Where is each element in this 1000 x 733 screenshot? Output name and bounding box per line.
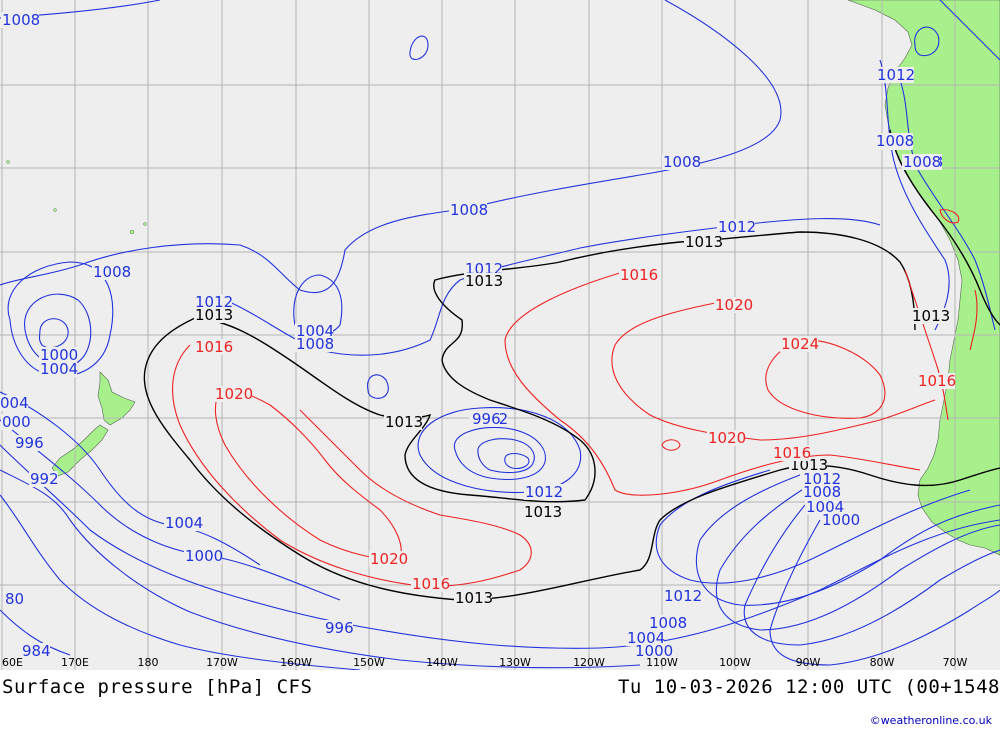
isobar-label: 1000 [822,511,860,529]
weather-map-page: 1008100810081008100810121012101210121012… [0,0,1000,733]
forecast-datetime: Tu 10-03-2026 12:00 UTC (00+1548 [617,676,1000,698]
island [53,208,57,212]
isobar-label: 80 [5,590,24,608]
credit-link[interactable]: ©weatheronline.co.uk [870,714,992,727]
island [143,222,147,226]
isobar-label: 1012 [664,587,702,605]
map-title: Surface pressure [hPa] CFS [2,676,313,698]
isobar-label: 1024 [781,335,819,353]
isobar-label: 1016 [773,444,811,462]
isobar-label: 1013 [524,503,562,521]
isobar-label: 1008 [2,11,40,29]
longitude-tick-label: 90W [796,656,821,669]
longitude-tick-label: 130W [499,656,531,669]
longitude-tick-label: 80W [870,656,895,669]
longitude-tick-label: 150W [353,656,385,669]
isobar-label: 996 [472,410,501,428]
longitude-tick-label: 180 [138,656,159,669]
isobar-label: 1008 [93,263,131,281]
isobar-label: 1012 [718,218,756,236]
isobar-label: 984 [22,642,51,660]
isobar-label: 1008 [450,201,488,219]
longitude-tick-label: 100W [719,656,751,669]
longitude-tick-label: 60E [2,656,23,669]
isobar-label: 1016 [620,266,658,284]
isobar-label: 1004 [40,360,78,378]
isobar-label: 1013 [685,233,723,251]
isobar-label: 1008 [903,153,941,171]
isobar-label: 1004 [165,514,203,532]
isobar-label: 996 [325,619,354,637]
longitude-tick-label: 110W [646,656,678,669]
isobar-label: 1020 [215,385,253,403]
island [6,160,10,164]
longitude-tick-label: 140W [426,656,458,669]
isobar-label: 1008 [876,132,914,150]
island [129,229,135,235]
isobar-label: 1020 [715,296,753,314]
longitude-tick-label: 170E [61,656,89,669]
longitude-tick-label: 70W [943,656,968,669]
isobar-label: 1013 [465,272,503,290]
isobar-label: 992 [30,470,59,488]
longitude-tick-label: 120W [573,656,605,669]
isobar-label: 1013 [912,307,950,325]
isobar-label: 996 [15,434,44,452]
isobar-label: 000 [2,413,31,431]
isobar-label: 1016 [412,575,450,593]
isobar-label: 1000 [185,547,223,565]
map-canvas: 1008100810081008100810121012101210121012… [0,0,1000,670]
isobar-label: 1020 [370,550,408,568]
isobar-label: 1020 [708,429,746,447]
isobar-label: 1008 [663,153,701,171]
isobar-label: 1013 [195,306,233,324]
isobar-label: 1016 [918,372,956,390]
surface-pressure-map: 1008100810081008100810121012101210121012… [0,0,1000,670]
isobar-label: 1013 [385,413,423,431]
isobar-label: 1008 [296,335,334,353]
isobar-label: 1012 [525,483,563,501]
isobar-label: 1012 [877,66,915,84]
isobar-label: 1013 [455,589,493,607]
isobar-label: 1016 [195,338,233,356]
longitude-tick-label: 170W [206,656,238,669]
isobar-label: 004 [0,394,29,412]
longitude-tick-label: 160W [280,656,312,669]
